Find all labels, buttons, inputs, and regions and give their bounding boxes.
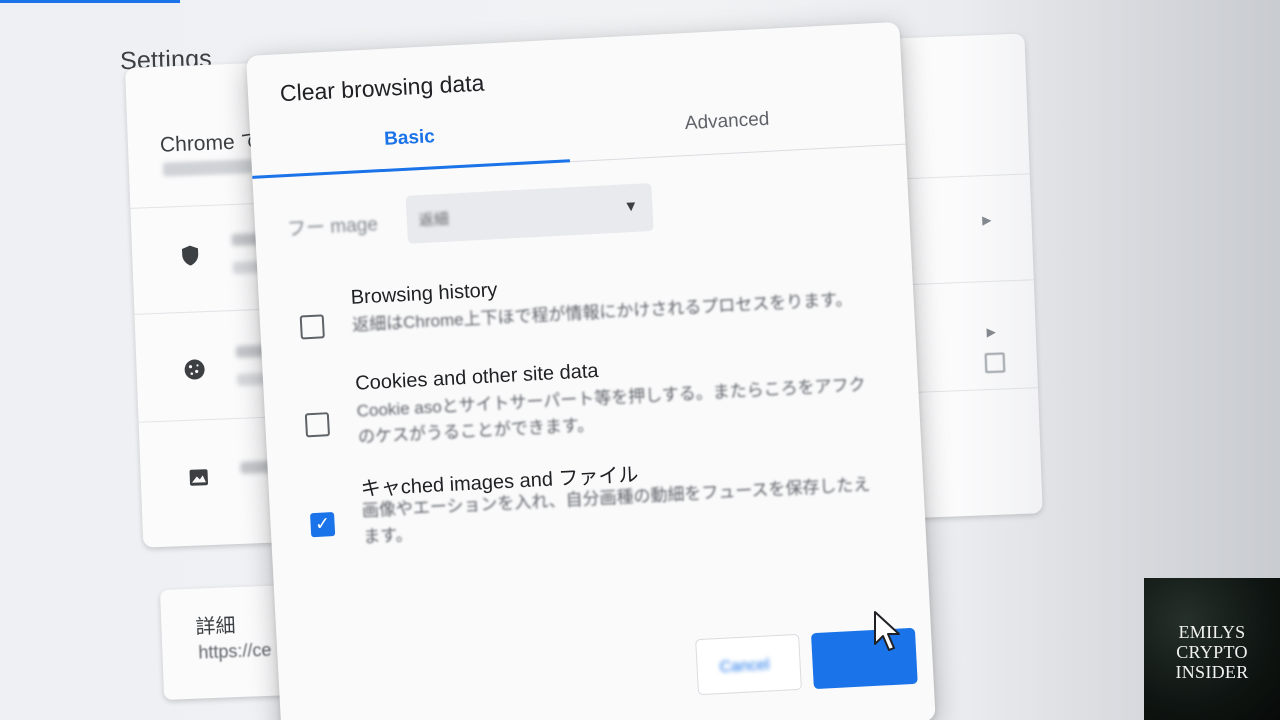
privacy-card-heading: Chrome で [159,129,262,157]
watermark-line: INSIDER [1175,662,1249,682]
time-range-label: フー mage [286,214,379,241]
time-range-value: 返細 [418,210,450,230]
screen: Settings Chrome で ▶ ▶ 詳細 ht [0,0,1280,720]
cancel-button[interactable]: Cancel [695,633,802,696]
option-cookies: Cookies and other site data Cookie asoとサ… [263,339,916,447]
cached-images-checkbox[interactable]: ✓ [310,512,336,538]
tab-basic[interactable]: Basic [250,119,569,158]
option-browsing-history: Browsing history 返細はChrome上下ほで程が情報にかけされる… [258,253,911,340]
channel-watermark-logo: EMILYS CRYPTO INSIDER [1144,578,1280,720]
browsing-history-checkbox[interactable] [299,314,325,340]
cancel-button-label: Cancel [719,656,770,677]
watermark-line: EMILYS [1178,622,1246,642]
watermark-line: CRYPTO [1176,642,1248,662]
tab-advanced[interactable]: Advanced [568,103,887,142]
dropdown-arrow-icon: ▼ [623,197,639,216]
clear-browsing-data-dialog: Clear browsing data Basic Advanced フー ma… [246,21,936,720]
dialog-title: Clear browsing data [279,69,485,107]
mouse-pointer-icon [874,611,900,651]
cookie-icon [184,359,205,380]
privacy-card-subtitle [162,159,254,177]
browsing-history-title: Browsing history [350,279,498,309]
image-settings-icon [189,469,208,486]
shield-icon [181,245,199,266]
top-accent-bar [0,0,180,3]
active-tab-indicator [252,159,571,179]
setting-row-desc [236,372,266,386]
time-range-dropdown[interactable]: 返細 ▼ [405,182,654,244]
details-card-url: https://ce [198,639,272,663]
cookies-checkbox[interactable] [304,412,331,438]
details-card-title: 詳細 [195,615,236,639]
